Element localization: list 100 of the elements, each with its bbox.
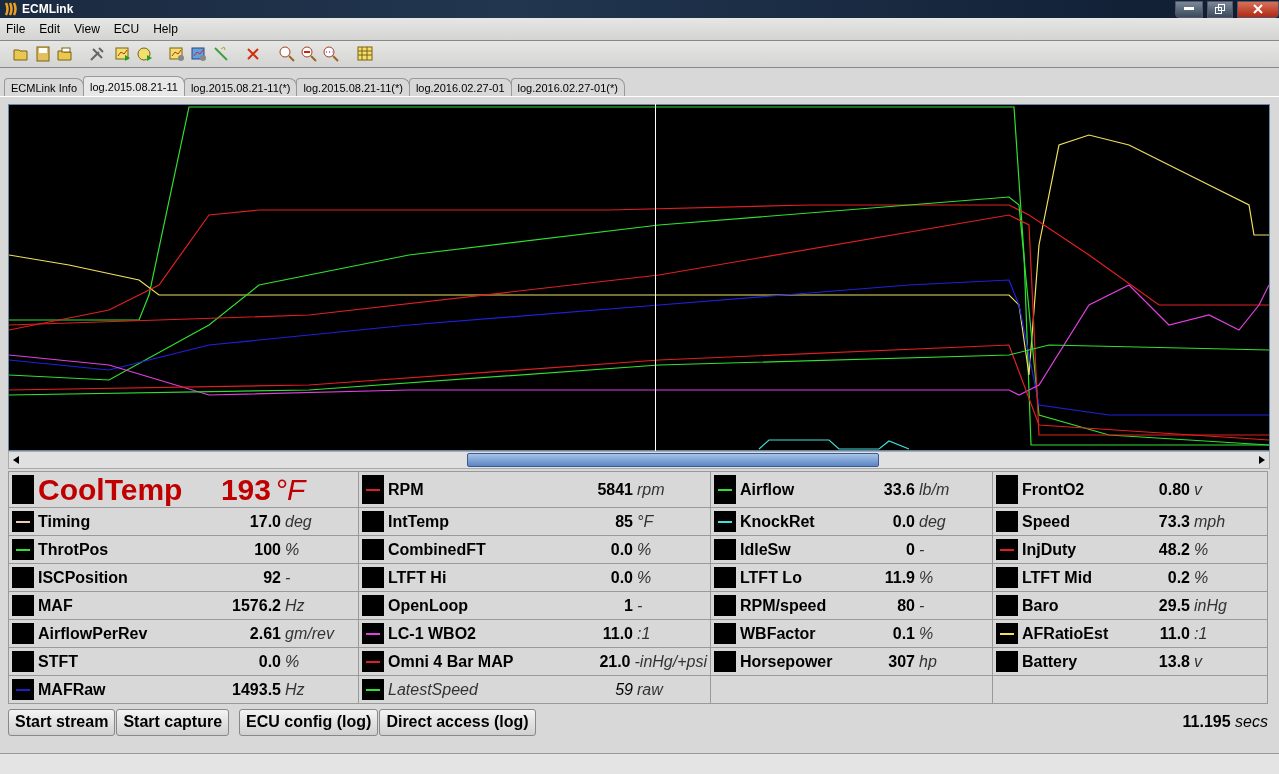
action-button[interactable]: ECU config (log) — [239, 708, 379, 736]
tab[interactable]: log.2015.08.21-11(*) — [296, 78, 410, 96]
close-button[interactable] — [1237, 0, 1279, 18]
gauge-name: AirflowPerRev — [38, 624, 149, 643]
trace-swatch[interactable] — [12, 475, 34, 504]
zoom-icon[interactable] — [322, 46, 340, 62]
disc-play-icon[interactable] — [136, 46, 154, 62]
gauge-unit: - — [285, 568, 292, 587]
tab[interactable]: log.2016.02.27-01 — [408, 78, 512, 96]
cursor-line[interactable] — [655, 104, 657, 451]
trace-swatch[interactable] — [996, 539, 1018, 560]
tools-icon[interactable] — [88, 46, 106, 62]
tab[interactable]: log.2016.02.27-01(*) — [510, 78, 625, 96]
gauge-unit: inHg — [1194, 596, 1228, 615]
gauge-name: Baro — [1022, 596, 1060, 615]
tab[interactable]: log.2015.08.21-11(*) — [183, 78, 298, 96]
action-button[interactable]: Start stream — [8, 708, 116, 736]
trace-swatch[interactable] — [362, 511, 384, 532]
gauge-name: LTFT Mid — [1022, 568, 1093, 587]
gauge-name: CombinedFT — [388, 540, 487, 559]
trace-swatch[interactable] — [12, 595, 34, 616]
trace-swatch[interactable] — [12, 511, 34, 532]
trace-swatch[interactable] — [362, 679, 384, 700]
trace-swatch[interactable] — [996, 567, 1018, 588]
gauge-value: 11.0 — [1159, 624, 1190, 643]
gauge-value: 29.5 — [1158, 596, 1190, 615]
action-button[interactable]: Direct access (log) — [379, 708, 536, 736]
gauge-unit: v — [1194, 652, 1204, 671]
trace-swatch[interactable] — [362, 651, 384, 672]
gauge-name: MAF — [38, 596, 74, 615]
gauge-name: Horsepower — [740, 652, 834, 671]
trace-swatch[interactable] — [714, 567, 736, 588]
gauge-name: MAFRaw — [38, 680, 107, 699]
wand-icon[interactable] — [212, 46, 230, 62]
close-icon — [1253, 4, 1263, 14]
menu-item[interactable]: ECU — [113, 22, 140, 36]
trace-swatch[interactable] — [714, 539, 736, 560]
chart-gear-icon[interactable] — [168, 46, 186, 62]
delete-icon[interactable] — [244, 46, 262, 62]
trace-swatch[interactable] — [996, 651, 1018, 672]
grid-icon[interactable] — [356, 46, 374, 62]
gauge-unit: °F — [275, 472, 308, 507]
trace-swatch[interactable] — [714, 595, 736, 616]
zoom-icon[interactable] — [278, 46, 296, 62]
gauge-value: 21.0 — [599, 652, 631, 671]
trace-swatch[interactable] — [714, 475, 736, 504]
folder-icon[interactable] — [12, 46, 30, 62]
chart-play-icon[interactable] — [114, 46, 132, 62]
trace-swatch[interactable] — [12, 623, 34, 644]
gauge-value: 13.8 — [1158, 652, 1190, 671]
menu-item[interactable]: File — [6, 22, 26, 36]
trace-swatch[interactable] — [996, 511, 1018, 532]
scrollbar[interactable] — [8, 451, 1270, 469]
trace-swatch[interactable] — [12, 539, 34, 560]
right-arrow-icon[interactable] — [1259, 456, 1265, 464]
gauge-name: STFT — [38, 652, 79, 671]
restore-button[interactable] — [1207, 0, 1233, 18]
tab[interactable]: ECMLink Info — [4, 78, 85, 96]
trace-swatch[interactable] — [362, 595, 384, 616]
trace-swatch[interactable] — [996, 595, 1018, 616]
zoom-icon[interactable] — [300, 46, 318, 62]
gauge-name: Battery — [1022, 652, 1079, 671]
menu-item[interactable]: Edit — [39, 22, 61, 36]
gauge-value: 11.0 — [602, 624, 633, 643]
gauge-value: 0.0 — [892, 512, 915, 531]
gauge-unit: hp — [919, 652, 938, 671]
trace-swatch[interactable] — [714, 623, 736, 644]
trace-swatch[interactable] — [12, 679, 34, 700]
gauge-value: 0.0 — [610, 540, 633, 559]
trace-swatch[interactable] — [714, 651, 736, 672]
minimize-button[interactable] — [1175, 0, 1203, 18]
trace-swatch[interactable] — [996, 623, 1018, 644]
trace-swatch[interactable] — [12, 651, 34, 672]
gauge-value: 5841 — [597, 480, 633, 499]
gauge-name: WBFactor — [740, 624, 817, 643]
gauge-value: 0.2 — [1167, 568, 1190, 587]
gauge-value: 1 — [624, 596, 633, 615]
trace-swatch[interactable] — [996, 475, 1018, 504]
gauge-name: Airflow — [740, 480, 796, 499]
gauge-unit: % — [285, 540, 301, 559]
action-button[interactable]: Start capture — [116, 708, 230, 736]
scrollbar-thumb[interactable] — [466, 453, 879, 467]
menu-item[interactable]: Help — [153, 22, 178, 36]
gauge-value: 11.9 — [884, 568, 915, 587]
trace-swatch[interactable] — [362, 567, 384, 588]
left-arrow-icon[interactable] — [13, 456, 19, 464]
gauge-name: CoolTemp — [38, 472, 184, 507]
tab[interactable]: log.2015.08.21-11 — [83, 76, 185, 96]
trace-swatch[interactable] — [12, 567, 34, 588]
chart-gear-icon[interactable] — [190, 46, 208, 62]
save-icon[interactable] — [34, 46, 52, 62]
gauge-unit: :1 — [1194, 624, 1209, 643]
folders-icon[interactable] — [56, 46, 74, 62]
gauge-unit: % — [637, 568, 653, 587]
trace-swatch[interactable] — [362, 475, 384, 504]
trace-swatch[interactable] — [714, 511, 736, 532]
menu-item[interactable]: View — [74, 22, 100, 36]
trace-swatch[interactable] — [362, 539, 384, 560]
trace-swatch[interactable] — [362, 623, 384, 644]
gauge-value: 2.61 — [249, 624, 281, 643]
